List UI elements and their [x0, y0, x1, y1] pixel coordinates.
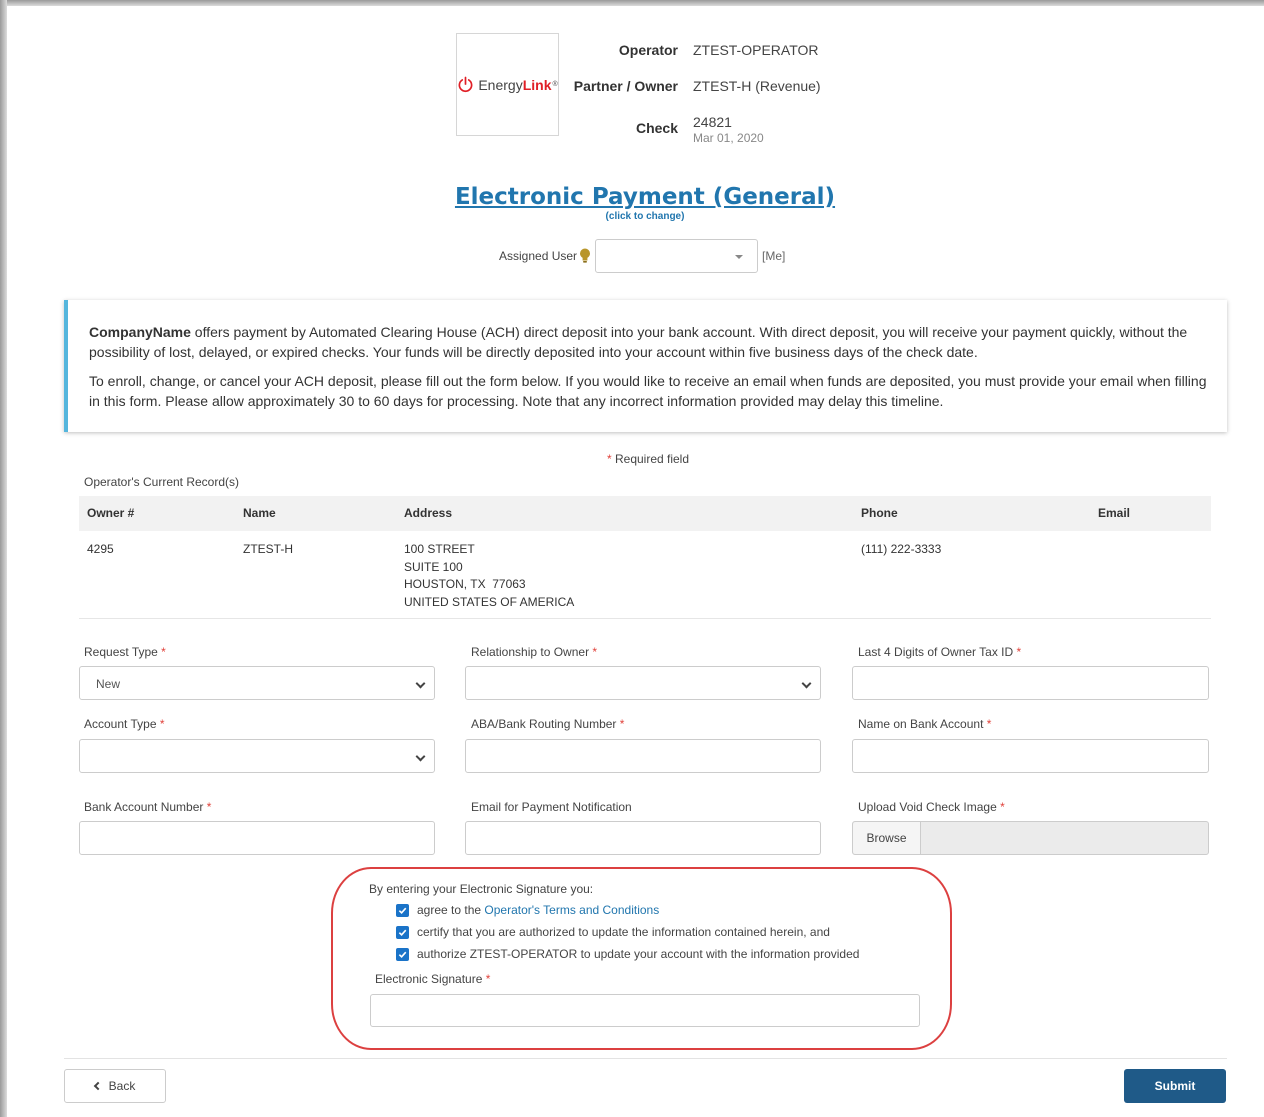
- address-line: UNITED STATES OF AMERICA: [404, 594, 575, 609]
- signature-label: Electronic Signature *: [375, 972, 491, 986]
- certify-checkbox[interactable]: [396, 925, 409, 939]
- browse-button[interactable]: Browse: [853, 822, 921, 854]
- back-label: Back: [108, 1079, 136, 1093]
- window-frame-left: [0, 0, 7, 1117]
- check-label: Check: [635, 120, 678, 136]
- address-line: HOUSTON, TX 77063: [404, 577, 526, 591]
- cell-name: ZTEST-H: [243, 542, 293, 556]
- info-paragraph-2: To enroll, change, or cancel your ACH de…: [89, 373, 1207, 409]
- energylink-logo: Energy Link ®: [457, 76, 558, 93]
- required-field-note: * Required field: [0, 452, 1264, 466]
- logo-trademark: ®: [552, 81, 558, 88]
- assign-me-link[interactable]: [Me]: [762, 249, 785, 263]
- chevron-left-icon: [93, 1081, 102, 1091]
- terms-prefix: agree to the: [417, 903, 485, 917]
- relationship-select[interactable]: [465, 666, 821, 700]
- operator-row: Operator ZTEST-OPERATOR: [571, 42, 819, 58]
- operator-label: Operator: [618, 42, 678, 58]
- cell-owner: 4295: [87, 542, 114, 556]
- check-row: Check 24821 Mar 01, 2020: [571, 114, 764, 145]
- company-logo: Energy Link ®: [456, 33, 559, 136]
- col-owner: Owner #: [87, 506, 135, 520]
- signature-input[interactable]: [370, 994, 920, 1027]
- email-label: Email for Payment Notification: [471, 800, 632, 814]
- assigned-user-select[interactable]: [595, 239, 759, 273]
- account-type-label: Account Type *: [84, 717, 165, 731]
- account-number-input[interactable]: [79, 821, 435, 855]
- operator-value: ZTEST-OPERATOR: [693, 42, 819, 58]
- submit-button[interactable]: Submit: [1124, 1069, 1226, 1103]
- tax-id-label: Last 4 Digits of Owner Tax ID *: [858, 645, 1022, 659]
- footer-divider: [64, 1058, 1227, 1059]
- address-line: 100 STREET: [404, 542, 475, 556]
- certify-checkbox-row: certify that you are authorized to updat…: [396, 925, 830, 939]
- click-to-change-hint[interactable]: (click to change): [0, 211, 1264, 222]
- signature-intro: By entering your Electronic Signature yo…: [369, 882, 594, 896]
- check-date: Mar 01, 2020: [693, 131, 764, 145]
- logo-text-energy: Energy: [478, 76, 523, 93]
- check-icon: [398, 929, 407, 936]
- page-title: Electronic Payment (General): [0, 184, 1264, 210]
- cell-phone: (111) 222-3333: [861, 542, 942, 556]
- partner-row: Partner / Owner ZTEST-H (Revenue): [571, 78, 821, 94]
- assigned-user-group: Assigned User [Me]: [499, 239, 785, 273]
- authorize-checkbox-row: authorize ZTEST-OPERATOR to update your …: [396, 947, 859, 961]
- routing-input[interactable]: [465, 739, 821, 773]
- check-value: 24821 Mar 01, 2020: [693, 114, 764, 145]
- cell-address: 100 STREET SUITE 100 HOUSTON, TX 77063 U…: [404, 541, 574, 611]
- account-number-label: Bank Account Number *: [84, 800, 212, 814]
- name-on-account-label: Name on Bank Account *: [858, 717, 992, 731]
- routing-label: ABA/Bank Routing Number *: [471, 717, 625, 731]
- certify-text: certify that you are authorized to updat…: [417, 925, 830, 939]
- chevron-down-icon: [415, 751, 426, 762]
- check-icon: [398, 907, 407, 914]
- request-type-select[interactable]: New: [79, 666, 435, 700]
- window-frame-top: [0, 0, 1264, 6]
- company-name: CompanyName: [89, 324, 191, 340]
- void-check-upload[interactable]: Browse: [852, 821, 1209, 855]
- table-divider: [79, 618, 1211, 619]
- col-address: Address: [404, 506, 453, 520]
- terms-link[interactable]: Operator's Terms and Conditions: [484, 903, 659, 917]
- terms-checkbox[interactable]: [396, 903, 409, 917]
- authorize-text: authorize ZTEST-OPERATOR to update your …: [417, 947, 860, 961]
- caret-down-icon: [735, 255, 744, 259]
- power-icon: [458, 76, 473, 93]
- partner-value: ZTEST-H (Revenue): [693, 78, 821, 94]
- payment-type-link[interactable]: Electronic Payment (General): [455, 184, 835, 210]
- request-type-label: Request Type *: [84, 645, 166, 659]
- check-icon: [398, 951, 407, 958]
- check-number: 24821: [693, 114, 732, 130]
- logo-text-link: Link: [522, 76, 552, 93]
- request-type-value: New: [96, 677, 121, 691]
- authorize-checkbox[interactable]: [396, 947, 409, 961]
- required-field-text: Required field: [611, 452, 690, 466]
- assigned-user-label: Assigned User: [499, 249, 578, 263]
- account-type-select[interactable]: [79, 739, 435, 773]
- lightbulb-icon[interactable]: [579, 248, 591, 264]
- email-input[interactable]: [465, 821, 821, 855]
- relationship-label: Relationship to Owner *: [471, 645, 598, 659]
- back-button[interactable]: Back: [64, 1069, 166, 1103]
- chevron-down-icon: [801, 678, 812, 689]
- col-phone: Phone: [861, 506, 898, 520]
- partner-label: Partner / Owner: [573, 78, 678, 94]
- chevron-down-icon: [415, 678, 426, 689]
- col-email: Email: [1098, 506, 1131, 520]
- ach-info-panel: CompanyName offers payment by Automated …: [64, 300, 1227, 432]
- terms-checkbox-row: agree to the Operator's Terms and Condit…: [396, 903, 659, 917]
- info-paragraph-1-text: offers payment by Automated Clearing Hou…: [89, 324, 1188, 360]
- address-line: SUITE 100: [404, 559, 463, 574]
- tax-id-input[interactable]: [852, 666, 1209, 700]
- name-on-account-input[interactable]: [852, 739, 1209, 773]
- col-name: Name: [243, 506, 276, 520]
- info-paragraph-1: CompanyName offers payment by Automated …: [89, 322, 1207, 362]
- upload-label: Upload Void Check Image *: [858, 800, 1005, 814]
- records-caption: Operator's Current Record(s): [84, 475, 240, 489]
